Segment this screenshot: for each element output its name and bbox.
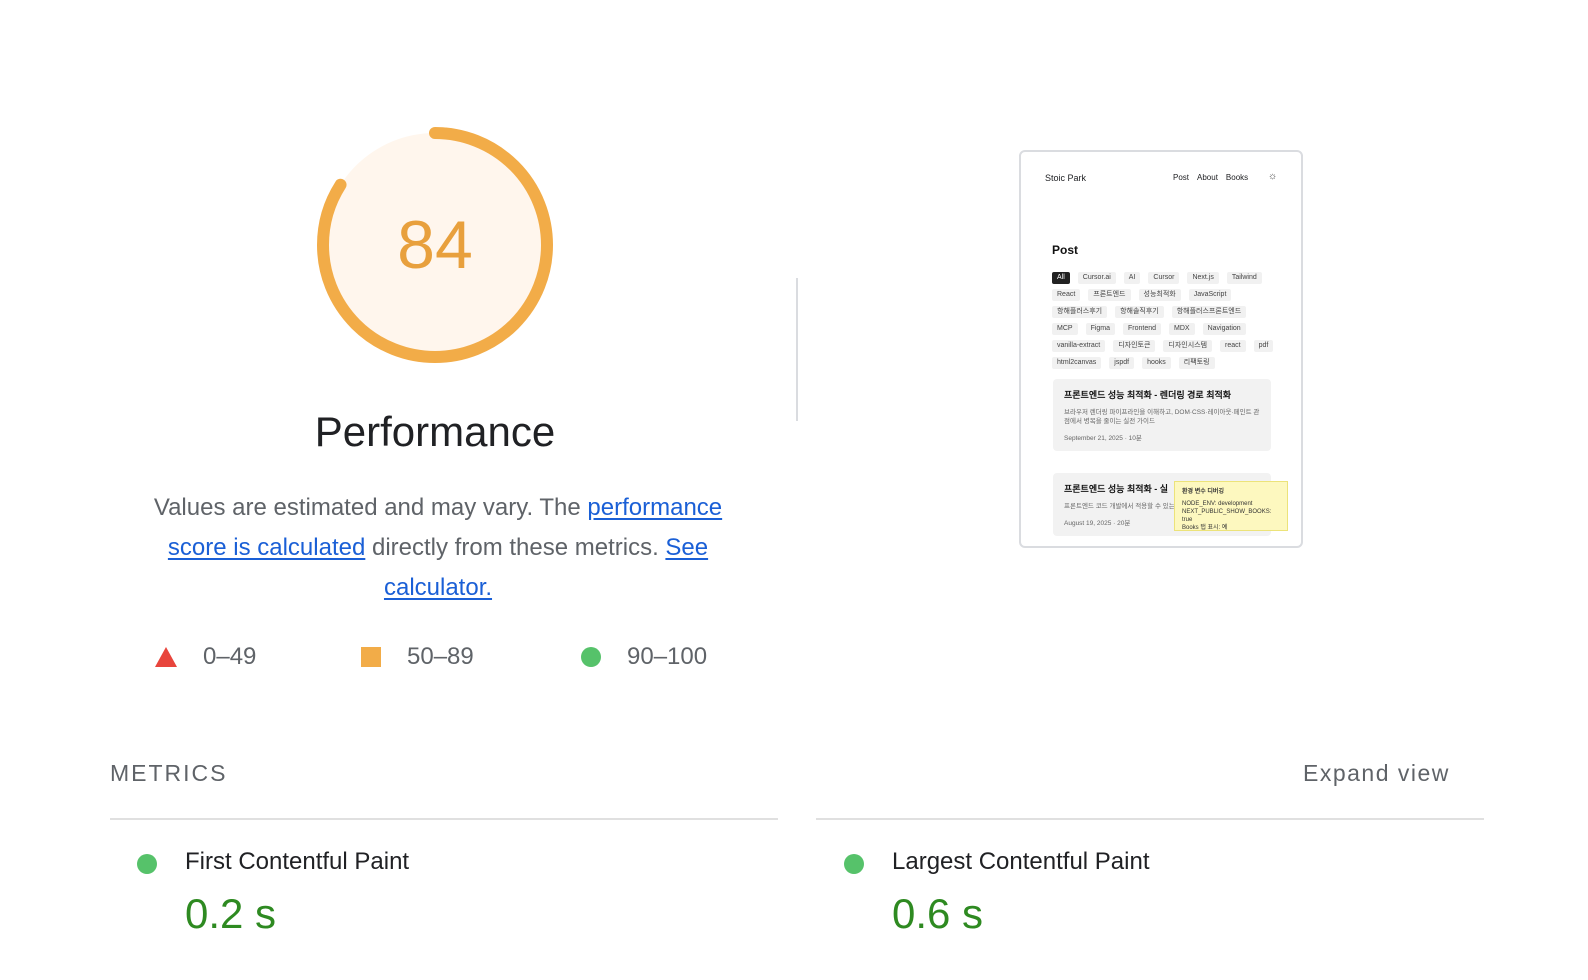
circle-icon: [581, 647, 601, 667]
thumb-tag: 항해플러스프론트엔드: [1171, 306, 1247, 318]
metrics-divider-right: [816, 818, 1484, 820]
legend-item-fail: 0–49: [155, 640, 256, 674]
thumb-tag: Next.js: [1187, 272, 1219, 284]
thumb-tag: 리팩토링: [1178, 357, 1215, 369]
env-box-title: 환경 변수 디버깅: [1182, 489, 1224, 495]
performance-score-gauge[interactable]: 84: [315, 125, 555, 365]
thumb-tag: AI: [1123, 272, 1141, 284]
thumb-card-title: 프론트엔드 성능 최적화 - 렌더링 경로 최적화: [1064, 390, 1232, 400]
expand-view-button[interactable]: Expand view: [1303, 760, 1450, 787]
thumb-post-card: 프론트엔드 성능 최적화 - 렌더링 경로 최적화 브라우저 렌더링 파이프라인…: [1053, 379, 1271, 451]
metric-value: 0.6 s: [892, 890, 984, 937]
description-text: Values are estimated and may vary. The: [153, 494, 588, 521]
square-icon: [361, 647, 381, 667]
thumb-tag: jspdf: [1109, 357, 1135, 369]
thumb-tag: hooks: [1142, 357, 1171, 369]
thumb-card-meta: September 21, 2025 · 10분: [1064, 435, 1142, 442]
thumb-tag: MDX: [1169, 323, 1195, 335]
env-box-line: Books 탭 표시: 예: [1182, 525, 1228, 531]
sun-icon: ☼: [1268, 171, 1278, 182]
env-box-line: NEXT_PUBLIC_SHOW_BOOKS: true: [1182, 509, 1272, 523]
thumb-tag: 프론트엔드: [1088, 289, 1131, 301]
thumb-tag: MCP: [1052, 323, 1078, 335]
vertical-divider: [796, 278, 798, 421]
thumb-tag: JavaScript: [1188, 289, 1232, 301]
thumb-tag: html2canvas: [1052, 357, 1102, 369]
thumb-tag: 성능최적화: [1138, 289, 1181, 301]
thumb-tag: Tailwind: [1226, 272, 1262, 284]
legend-item-average: 50–89: [361, 640, 474, 674]
env-box-line: NODE_ENV: development: [1182, 501, 1253, 507]
metric-label: Largest Contentful Paint: [892, 848, 1150, 875]
thumb-tag: react: [1220, 340, 1246, 352]
thumb-tag-list: All Cursor.ai AI Cursor Next.js Tailwind React…: [1052, 272, 1277, 369]
legend-label: 50–89: [407, 643, 474, 670]
metrics-divider-left: [110, 818, 778, 820]
thumb-tag: 디자인토큰: [1113, 340, 1156, 352]
metrics-heading: METRICS: [110, 760, 228, 786]
thumb-tag: vanilla-extract: [1052, 340, 1106, 352]
description-text-middle: directly from these metrics.: [365, 534, 666, 561]
thumb-tag: 디자인시스템: [1163, 340, 1213, 352]
metric-label: First Contentful Paint: [185, 848, 410, 875]
thumb-card-desc: 브라우저 렌더링 파이프라인을 이해하고, DOM·CSS·레이아웃·페인트 관…: [1064, 409, 1260, 425]
thumb-tag: Cursor: [1148, 272, 1180, 284]
thumb-nav-item: Post: [1173, 173, 1190, 182]
thumb-heading: Post: [1052, 243, 1079, 257]
thumb-tag: Cursor.ai: [1077, 272, 1116, 284]
metric-value: 0.2 s: [185, 890, 277, 937]
legend-label: 90–100: [627, 643, 708, 670]
thumb-site-name: Stoic Park: [1045, 173, 1087, 183]
thumb-nav: Post About Books: [1173, 173, 1248, 182]
thumb-tag: 항해플러스후기: [1052, 306, 1108, 318]
triangle-icon: [155, 647, 177, 667]
score-description: Values are estimated and may vary. The p…: [128, 488, 748, 608]
thumb-nav-item: Books: [1225, 173, 1249, 182]
final-screenshot-thumbnail[interactable]: Stoic Park Post About Books ☼ Post All Cu…: [1019, 150, 1303, 548]
pass-circle-icon: [137, 854, 157, 874]
thumb-tag: pdf: [1253, 340, 1274, 352]
thumb-tag: React: [1052, 289, 1081, 301]
pass-circle-icon: [844, 854, 864, 874]
score-value: 84: [397, 207, 473, 283]
thumb-tag: Navigation: [1202, 323, 1246, 335]
thumb-tag: Frontend: [1123, 323, 1162, 335]
legend-item-pass: 90–100: [581, 640, 707, 674]
thumb-tag: All: [1052, 272, 1070, 284]
thumb-tag: 항해솔직후기: [1115, 306, 1164, 318]
thumb-tag: Figma: [1085, 323, 1116, 335]
category-title: Performance: [314, 408, 556, 455]
thumb-nav-item: About: [1197, 173, 1218, 182]
legend-label: 0–49: [203, 643, 257, 670]
thumb-env-debug-box: 환경 변수 디버깅 NODE_ENV: development NEXT_PUB…: [1174, 481, 1288, 531]
